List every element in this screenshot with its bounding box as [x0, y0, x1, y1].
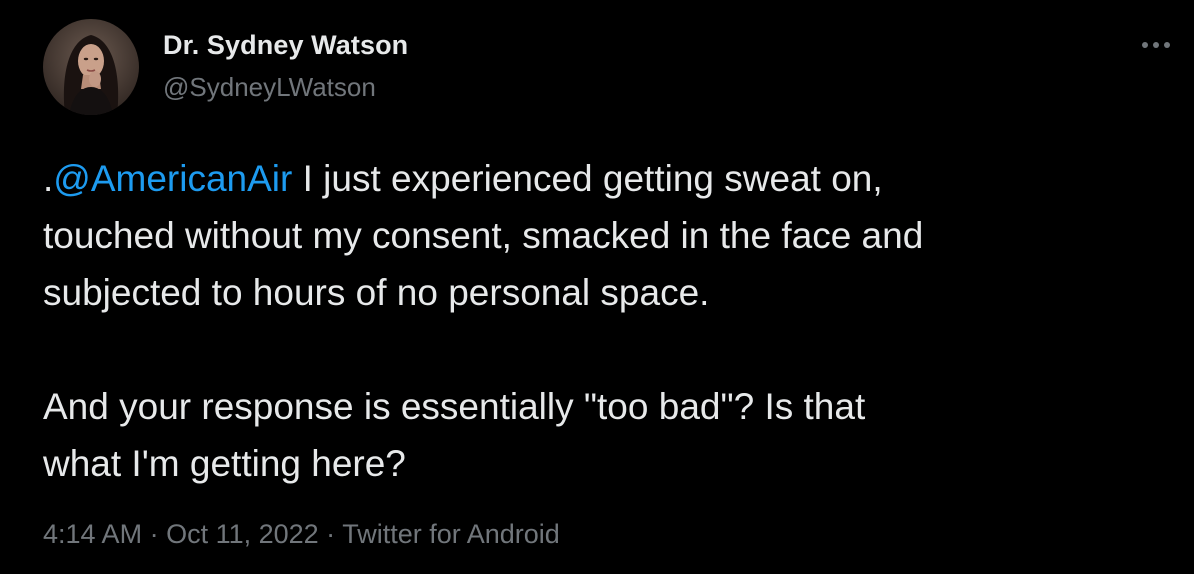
more-options-button[interactable]: [1136, 30, 1176, 60]
more-horizontal-icon: [1142, 42, 1170, 48]
tweet-date[interactable]: Oct 11, 2022: [166, 519, 319, 549]
tweet-text-prefix: .: [43, 158, 54, 199]
tweet-source[interactable]: Twitter for Android: [342, 519, 560, 549]
tweet: Dr. Sydney Watson @SydneyLWatson .@Ameri…: [0, 0, 1194, 574]
mention-link[interactable]: @AmericanAir: [53, 158, 292, 199]
tweet-text-line-2: touched without my consent, smacked in t…: [43, 215, 924, 256]
tweet-text-line-5: what I'm getting here?: [43, 443, 406, 484]
tweet-text-line-4: And your response is essentially "too ba…: [43, 386, 866, 427]
tweet-text-line-1-rest: I just experienced getting sweat on,: [292, 158, 883, 199]
tweet-text-line-3: subjected to hours of no personal space.: [43, 272, 710, 313]
tweet-time[interactable]: 4:14 AM: [43, 519, 142, 549]
author-name[interactable]: Dr. Sydney Watson: [163, 30, 408, 61]
tweet-text-line-1: .@AmericanAir I just experienced getting…: [43, 150, 1173, 207]
avatar-image: [43, 19, 139, 115]
tweet-meta: 4:14 AM · Oct 11, 2022 · Twitter for And…: [43, 519, 560, 550]
meta-separator: ·: [318, 519, 343, 549]
avatar[interactable]: [43, 19, 139, 115]
meta-separator: ·: [142, 519, 167, 549]
author-handle[interactable]: @SydneyLWatson: [163, 72, 376, 103]
tweet-text: .@AmericanAir I just experienced getting…: [43, 150, 1173, 492]
